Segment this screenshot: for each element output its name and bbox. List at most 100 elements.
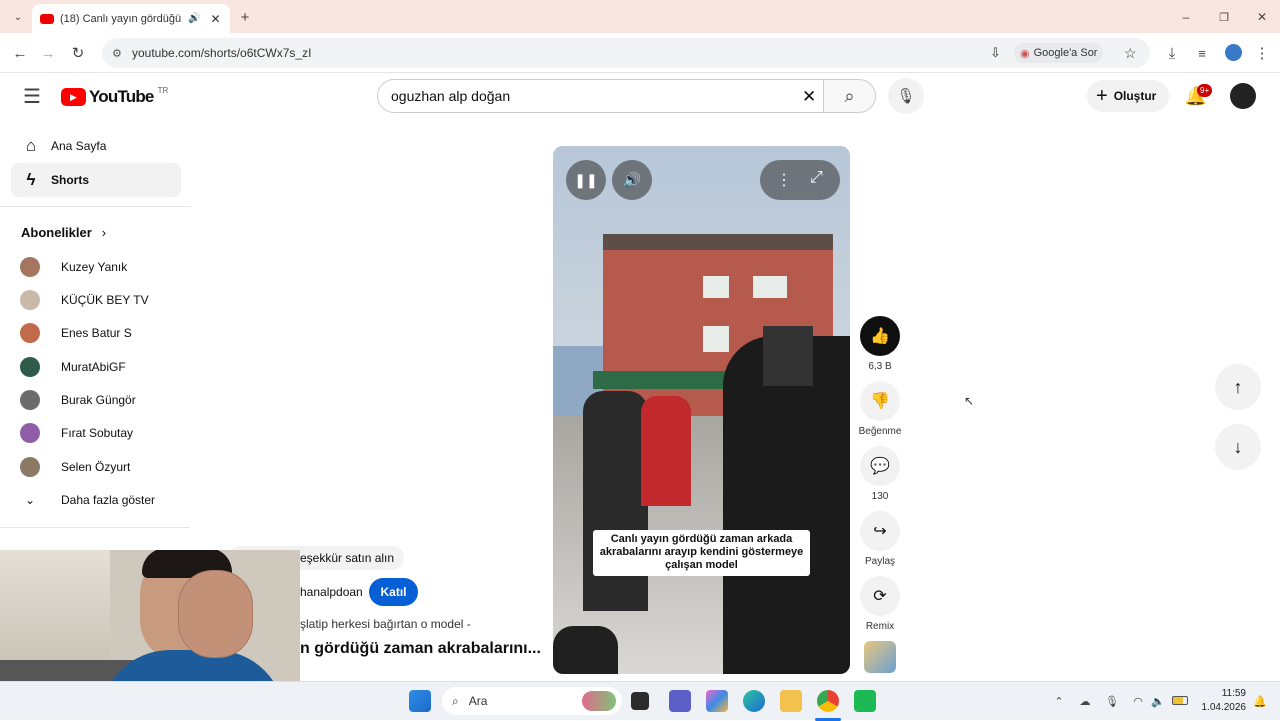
google-ask-label: Google'a Sor [1033,47,1098,59]
youtube-favicon-icon [40,13,54,24]
remix-label: Remix [865,621,895,632]
browser-menu-icon[interactable]: ⋮ [1252,43,1272,63]
chrome-icon[interactable] [817,690,839,712]
like-count: 6,3 B [868,361,892,372]
sidebar-divider [0,206,190,207]
sub-label: Burak Güngör [61,393,136,407]
tab-close-icon[interactable]: ✕ [210,12,220,26]
sidebar-item-shorts[interactable]: ϟ Shorts [11,163,181,197]
profile-avatar[interactable] [1225,44,1242,61]
close-window-icon[interactable]: ✕ [1252,8,1272,26]
video-roof [603,234,833,250]
url-text: youtube.com/shorts/o6tCWx7s_zI [132,46,312,60]
teams-icon[interactable] [669,690,691,712]
bookmark-star-icon[interactable]: ☆ [1124,45,1137,62]
notification-center-icon[interactable]: 🔔 [1252,692,1268,710]
browser-tab-bar: ⌄ (18) Canlı yayın gördüğü za 🔊 ✕ + – ❐ … [0,0,1280,33]
pause-button[interactable]: ❚❚ [566,160,606,200]
avatar [20,357,40,377]
short-description: şlatip herkesi bağırtan o model - [300,617,471,631]
sidebar-item-sub[interactable]: KÜÇÜK BEY TV [20,286,149,314]
voice-search-button[interactable]: 🎙 [888,78,924,114]
taskbar-search[interactable]: ⌕ Ara [442,687,622,715]
short-video-player[interactable]: Canlı yayın gördüğü zaman arkada akrabal… [553,146,850,674]
minimize-icon[interactable]: – [1176,8,1196,26]
youtube-logo[interactable]: ▶ YouTube TR [61,86,168,108]
account-avatar[interactable] [1230,83,1256,109]
dislike-button[interactable]: 👎 [860,381,900,421]
search-input[interactable]: oguzhan alp doğan ✕ [377,79,824,113]
pause-icon: ❚❚ [574,171,598,188]
site-info-icon[interactable]: ⚙ [112,47,122,60]
fullscreen-icon[interactable]: ⤢ [810,169,823,187]
channel-name[interactable]: hanalpdoan [300,585,363,599]
avatar [20,390,40,410]
hamburger-menu-icon[interactable]: ☰ [20,85,44,108]
back-icon[interactable]: ← [10,43,30,63]
windows-start-icon[interactable] [409,690,431,712]
url-field[interactable]: ⚙ youtube.com/shorts/o6tCWx7s_zI ⇩ ◉ Goog… [102,38,1150,68]
video-person-red [641,396,691,506]
audio-playing-icon[interactable]: 🔊 [188,13,200,24]
install-app-icon[interactable]: ⇩ [990,45,1001,61]
sidebar-item-sub[interactable]: Selen Özyurt [20,453,130,481]
sidebar-item-sub[interactable]: Burak Güngör [20,386,136,414]
downloads-icon[interactable]: ⤓ [1162,43,1182,63]
video-window [753,276,787,298]
task-view-icon[interactable] [631,692,649,710]
video-window [703,276,729,298]
media-control-icon[interactable]: ≡ [1192,43,1212,63]
new-tab-icon[interactable]: + [236,8,254,26]
forward-icon[interactable]: → [38,43,58,63]
video-window [703,326,729,352]
short-title[interactable]: n gördüğü zaman akrabalarını... [300,640,541,658]
speaker-icon[interactable]: 🔈 [1149,692,1167,710]
subscriptions-heading[interactable]: Abonelikler › [21,225,106,240]
youtube-play-icon: ▶ [61,88,86,106]
more-options-icon[interactable]: ⋮ [776,170,792,190]
search-icon: ⌕ [844,85,855,106]
sound-thumbnail[interactable] [864,641,896,673]
copilot-icon[interactable] [706,690,728,712]
like-button[interactable]: 👍 [860,316,900,356]
comment-count: 130 [871,491,889,502]
sidebar-item-sub[interactable]: Kuzey Yanık [20,253,127,281]
create-button[interactable]: + Oluştur [1087,80,1169,112]
battery-icon[interactable] [1172,696,1188,705]
comments-button[interactable]: 💬 [860,446,900,486]
show-more-button[interactable]: ⌄ Daha fazla göster [20,486,155,514]
google-ask-button[interactable]: ◉ Google'a Sor [1014,43,1104,63]
cloud-icon[interactable]: ☁ [1076,692,1094,710]
join-button[interactable]: Katıl [369,578,418,606]
sidebar-item-home[interactable]: ⌂ Ana Sayfa [11,129,181,163]
volume-button[interactable]: 🔊 [612,160,652,200]
app-icon[interactable] [854,690,876,712]
clock[interactable]: 11:59 1.04.2026 [1196,687,1247,715]
taskbar-search-label: Ara [468,694,488,708]
share-button[interactable]: ↪ [860,511,900,551]
video-caption: Canlı yayın gördüğü zaman arkada akrabal… [593,530,810,576]
file-explorer-icon[interactable] [780,690,802,712]
reload-icon[interactable]: ↻ [68,43,88,63]
restore-icon[interactable]: ❐ [1214,8,1234,26]
previous-short-button[interactable]: ↑ [1215,364,1261,410]
clear-search-icon[interactable]: ✕ [802,87,816,107]
active-tab[interactable]: (18) Canlı yayın gördüğü za 🔊 ✕ [32,4,230,33]
tab-list-icon[interactable]: ⌄ [8,8,28,26]
edge-icon[interactable] [743,690,765,712]
video-camera [763,326,813,386]
search-button[interactable]: ⌕ [824,79,876,113]
sidebar-item-sub[interactable]: Fırat Sobutay [20,419,133,447]
chevron-up-icon[interactable]: ⌃ [1050,692,1068,710]
shorts-icon: ϟ [26,170,36,189]
next-short-button[interactable]: ↓ [1215,424,1261,470]
home-icon: ⌂ [25,136,37,155]
sidebar-item-sub[interactable]: Enes Batur S [20,319,132,347]
microphone-icon[interactable]: 🎙 [1103,692,1121,710]
remix-button[interactable]: ⟳ [860,576,900,616]
avatar [20,257,40,277]
show-more-label: Daha fazla göster [61,493,156,507]
sidebar-item-sub[interactable]: MuratAbiGF [20,353,126,381]
sub-label: Kuzey Yanık [61,260,128,274]
wifi-icon[interactable]: ◠ [1129,692,1147,710]
